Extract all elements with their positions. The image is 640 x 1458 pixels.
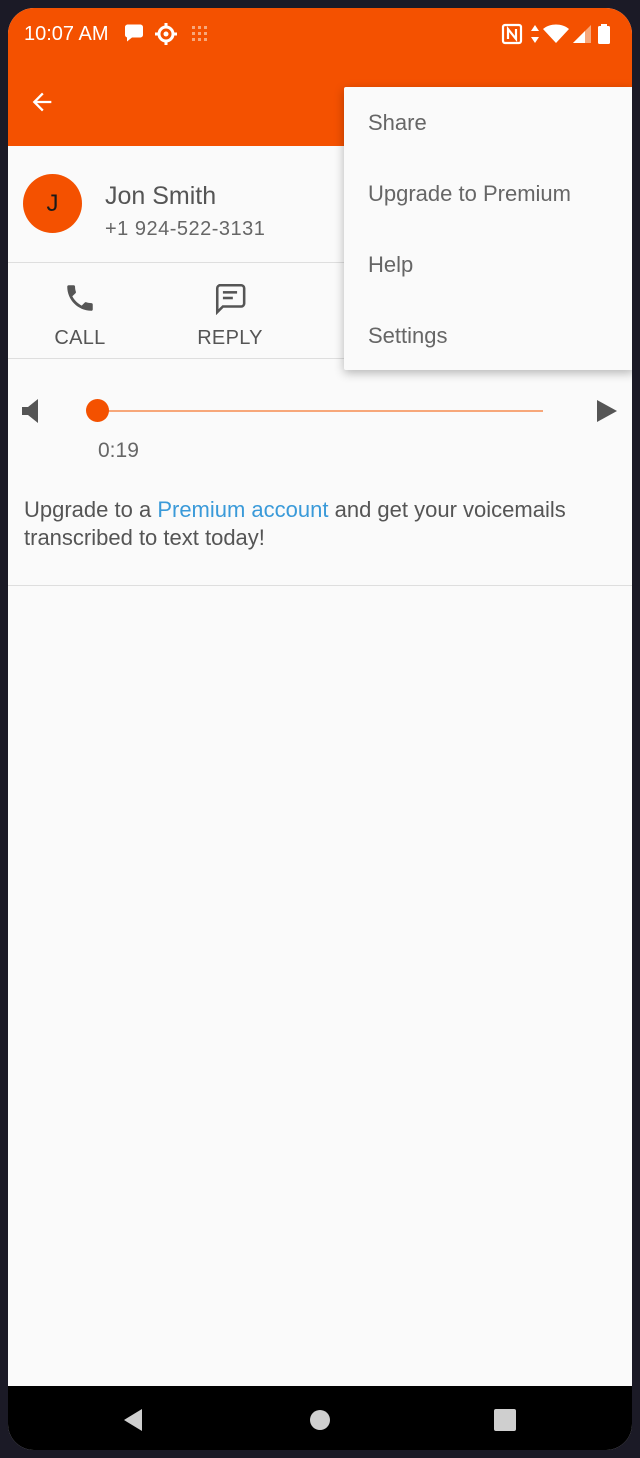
reply-label: REPLY xyxy=(197,327,263,349)
reply-button[interactable]: REPLY xyxy=(160,263,300,358)
chat-bubble-icon xyxy=(125,24,143,42)
elapsed-time: 0:19 xyxy=(98,439,139,462)
arrow-back-icon xyxy=(32,92,52,112)
phone-screen: 10:07 AM J Jon Smith +1 924-522-3131 CAL… xyxy=(8,8,632,1450)
menu-item-settings[interactable]: Settings xyxy=(344,300,632,371)
contact-phone: +1 924-522-3131 xyxy=(105,218,266,240)
data-arrows-icon xyxy=(531,25,539,43)
menu-item-upgrade[interactable]: Upgrade to Premium xyxy=(344,158,632,229)
system-nav-bar xyxy=(8,1386,632,1450)
call-button[interactable]: CALL xyxy=(10,263,150,358)
status-bar: 10:07 AM xyxy=(8,8,632,62)
nav-back-icon[interactable] xyxy=(120,1406,148,1434)
nav-recents-icon[interactable] xyxy=(491,1406,519,1434)
menu-item-help[interactable]: Help xyxy=(344,229,632,300)
menu-item-label: Settings xyxy=(368,323,448,348)
avatar: J xyxy=(23,174,82,233)
signal-icon xyxy=(573,25,591,43)
menu-item-label: Share xyxy=(368,110,427,135)
message-icon xyxy=(215,283,246,315)
speaker-icon[interactable] xyxy=(20,397,46,425)
progress-thumb[interactable] xyxy=(86,399,109,422)
grid-dots-icon xyxy=(192,26,207,41)
contact-name: Jon Smith xyxy=(105,182,217,210)
call-label: CALL xyxy=(54,327,106,349)
menu-item-label: Help xyxy=(368,252,414,277)
progress-track[interactable] xyxy=(97,410,543,412)
phone-icon xyxy=(67,285,93,311)
play-icon[interactable] xyxy=(593,398,619,424)
voicemail-player: 0:19 xyxy=(8,359,632,479)
settings-cog-icon xyxy=(155,23,177,45)
battery-icon xyxy=(598,24,610,44)
menu-item-label: Upgrade to Premium xyxy=(368,181,571,206)
overflow-menu: Share Upgrade to Premium Help Settings xyxy=(344,87,632,370)
promo-text-before: Upgrade to a xyxy=(24,497,158,522)
wifi-icon xyxy=(543,24,569,43)
nfc-icon xyxy=(501,23,523,45)
back-button[interactable] xyxy=(22,82,62,122)
transcription-promo: Upgrade to a Premium account and get you… xyxy=(24,496,624,552)
menu-item-share[interactable]: Share xyxy=(344,87,632,158)
nav-home-icon[interactable] xyxy=(306,1406,334,1434)
status-time: 10:07 AM xyxy=(24,23,109,45)
divider xyxy=(8,585,632,586)
premium-account-link[interactable]: Premium account xyxy=(157,497,328,522)
